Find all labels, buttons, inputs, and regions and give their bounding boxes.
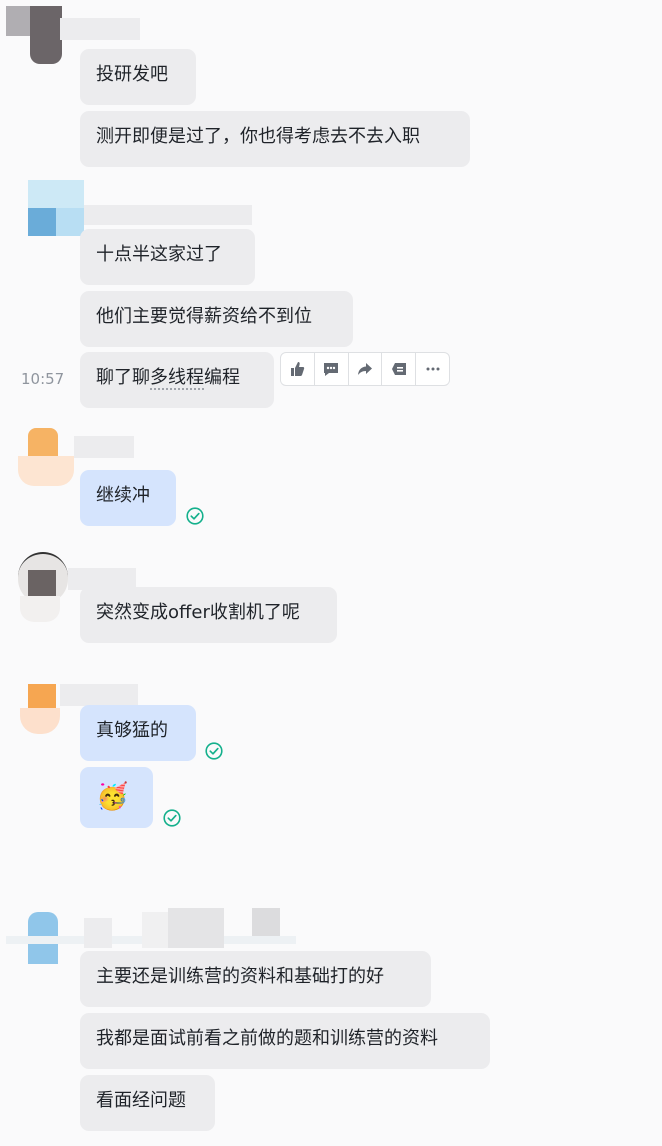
message-text: 十点半这家过了 (96, 244, 222, 265)
message-text: 突然变成offer收割机了呢 (96, 602, 300, 623)
message-text: 继续冲 (96, 485, 150, 506)
message-bubble-mine[interactable]: 继续冲 (80, 470, 176, 526)
message-bubble-mine[interactable]: 🥳 (80, 767, 153, 828)
more-icon[interactable] (416, 353, 449, 385)
forward-icon[interactable] (349, 353, 383, 385)
avatar-blurred[interactable] (28, 180, 84, 236)
message-text: 编程 (204, 367, 240, 388)
message-text-underlined[interactable]: 多线程 (150, 367, 204, 390)
message-bubble[interactable]: 看面经问题 (80, 1075, 215, 1131)
message-text: 聊了聊 (96, 367, 150, 388)
comment-icon[interactable] (315, 353, 349, 385)
message-text: 主要还是训练营的资料和基础打的好 (96, 966, 384, 987)
sender-name-blurred (60, 18, 140, 40)
message-timestamp: 10:57 (21, 370, 65, 388)
message-text: 他们主要觉得薪资给不到位 (96, 306, 312, 327)
message-bubble[interactable]: 我都是面试前看之前做的题和训练营的资料 (80, 1013, 490, 1069)
message-bubble[interactable]: 测开即便是过了，你也得考虑去不去入职 (80, 111, 470, 167)
message-text: 我都是面试前看之前做的题和训练营的资料 (96, 1028, 438, 1049)
read-check-icon (186, 507, 204, 525)
message-text: 投研发吧 (96, 64, 168, 85)
message-action-toolbar (280, 352, 450, 386)
sender-name-blurred (84, 205, 252, 225)
thumbs-up-icon[interactable] (281, 353, 315, 385)
avatar-blurred[interactable] (6, 6, 62, 64)
message-bubble[interactable]: 主要还是训练营的资料和基础打的好 (80, 951, 431, 1007)
message-bubble-mine[interactable]: 真够猛的 (80, 705, 196, 761)
party-face-emoji: 🥳 (96, 782, 129, 812)
message-bubble[interactable]: 突然变成offer收割机了呢 (80, 587, 337, 643)
read-check-icon (163, 809, 181, 827)
message-text: 看面经问题 (96, 1090, 186, 1111)
message-text: 真够猛的 (96, 720, 168, 741)
message-bubble[interactable]: 投研发吧 (80, 49, 196, 105)
message-bubble[interactable]: 十点半这家过了 (80, 229, 255, 285)
message-bubble[interactable]: 他们主要觉得薪资给不到位 (80, 291, 353, 347)
message-text: 测开即便是过了，你也得考虑去不去入职 (96, 126, 420, 147)
pin-icon[interactable] (382, 353, 417, 385)
message-bubble-hovered[interactable]: 聊了聊多线程编程 (80, 352, 274, 408)
read-check-icon (205, 742, 223, 760)
